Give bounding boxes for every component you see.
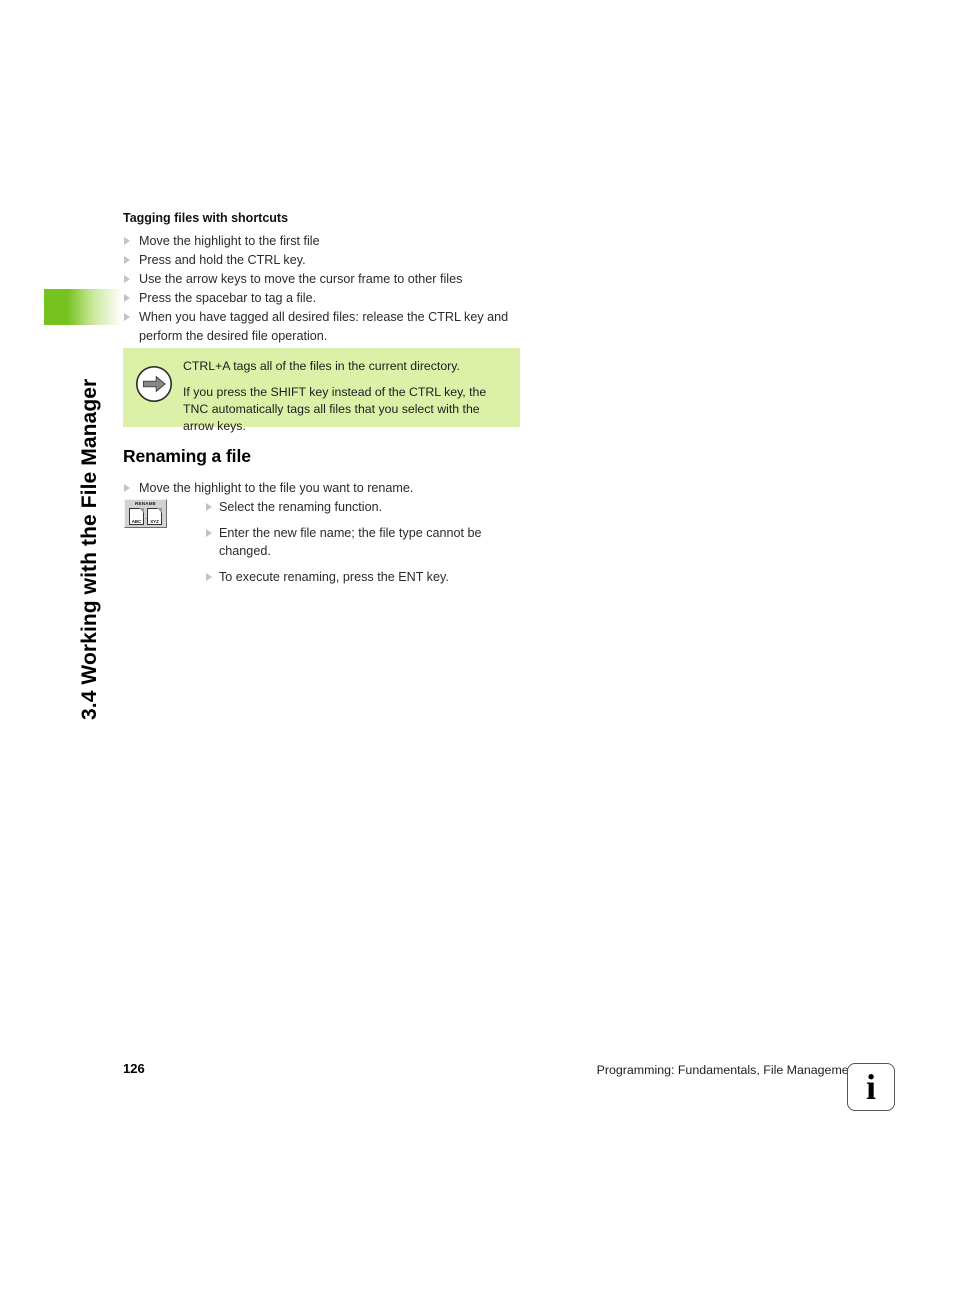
triangle-bullet-icon <box>206 572 212 581</box>
triangle-bullet-icon <box>124 313 130 322</box>
triangle-bullet-icon <box>206 503 212 511</box>
info-glyph: i <box>865 1067 876 1107</box>
document-label: XYZ <box>148 519 161 524</box>
list-item: To execute renaming, press the ENT key. <box>205 568 505 587</box>
triangle-bullet-icon <box>124 237 130 245</box>
list-item-label: Move the highlight to the file you want … <box>139 481 414 495</box>
footer-section-text: Programming: Fundamentals, File Manageme… <box>596 1063 859 1077</box>
list-item: Enter the new file name; the file type c… <box>205 524 505 561</box>
arrow-right-circle-icon <box>135 365 173 403</box>
triangle-bullet-icon <box>124 275 130 284</box>
list-item-label: Enter the new file name; the file type c… <box>219 525 482 559</box>
tagging-heading: Tagging files with shortcuts <box>123 211 289 225</box>
list-item-label: To execute renaming, press the ENT key. <box>219 569 449 584</box>
list-item: Move the highlight to the file you want … <box>123 479 543 498</box>
triangle-bullet-icon <box>206 528 212 537</box>
document-abc-icon: ABC <box>129 508 144 525</box>
page-title: Renaming a file <box>123 446 251 466</box>
renaming-section: Move the highlight to the file you want … <box>123 479 543 584</box>
list-item: Use the arrow keys to move the cursor fr… <box>123 270 543 289</box>
list-item: Select the renaming function. <box>205 498 505 517</box>
list-item-label: Move the highlight to the first file <box>139 234 320 248</box>
rename-softkey-icon: RENAME ABC → XYZ <box>124 499 167 528</box>
list-item: Move the highlight to the first file <box>123 232 543 251</box>
list-item: When you have tagged all desired files: … <box>123 308 543 345</box>
triangle-bullet-icon <box>124 294 130 303</box>
list-item-label: Select the renaming function. <box>219 500 383 514</box>
list-item-label: Press and hold the CTRL key. <box>139 253 306 268</box>
list-item-label: Press the spacebar to tag a file. <box>139 291 317 306</box>
softkey-caption: RENAME <box>134 501 157 506</box>
list-item: Press and hold the CTRL key. <box>123 251 543 270</box>
triangle-bullet-icon <box>124 484 130 492</box>
note-text: CTRL+A tags all of the files in the curr… <box>183 358 510 435</box>
note-paragraph: If you press the SHIFT key instead of th… <box>183 385 487 433</box>
note-box: CTRL+A tags all of the files in the curr… <box>123 348 520 433</box>
page-number: 126 <box>123 1061 145 1076</box>
note-paragraph: CTRL+A tags all of the files in the curr… <box>183 359 460 373</box>
tagging-section: Tagging files with shortcuts Move the hi… <box>123 210 543 346</box>
chapter-title: 3.4 Working with the File Manager <box>78 378 101 720</box>
document-label: ABC <box>130 519 143 524</box>
page-fold-icon <box>157 508 162 513</box>
renaming-bullet-list: Select the renaming function. Enter the … <box>205 498 505 593</box>
list-item: Press the spacebar to tag a file. <box>123 289 543 308</box>
document-xyz-icon: XYZ <box>147 508 162 525</box>
triangle-bullet-icon <box>124 256 130 265</box>
info-icon: i <box>847 1063 895 1111</box>
page-fold-icon <box>139 508 144 513</box>
list-item-label: Use the arrow keys to move the cursor fr… <box>139 272 463 287</box>
list-item-label: When you have tagged all desired files: … <box>139 310 509 343</box>
tagging-bullet-list: Move the highlight to the first file Pre… <box>123 232 543 346</box>
